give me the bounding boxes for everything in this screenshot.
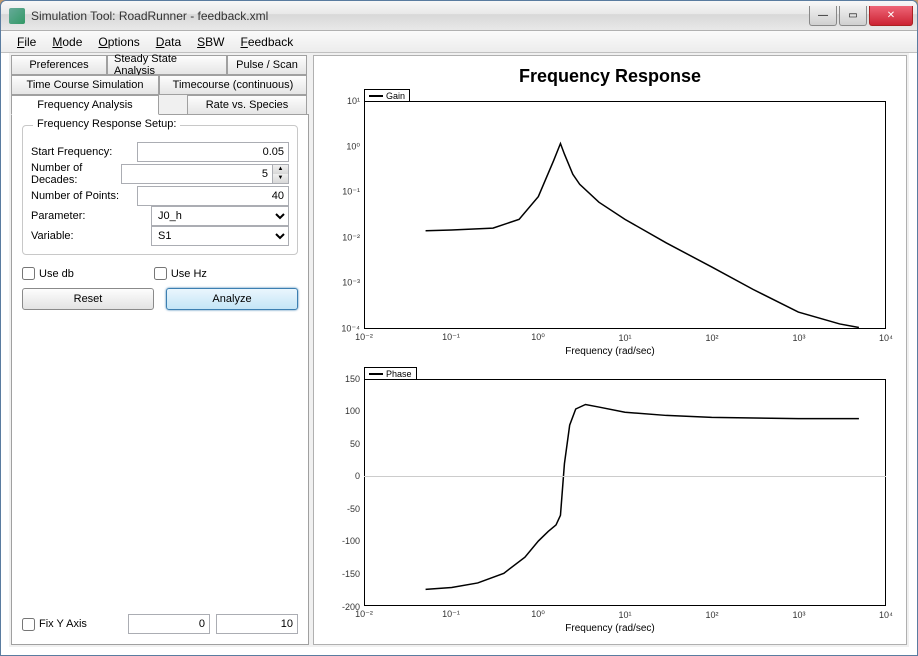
maximize-button[interactable]: ▭ [839, 6, 867, 26]
x-tick: 10² [705, 610, 718, 620]
fix-y-max-input[interactable] [216, 614, 298, 634]
use-hz-checkbox[interactable]: Use Hz [154, 267, 207, 280]
fix-y-checkbox[interactable]: Fix Y Axis [22, 618, 87, 631]
y-tick: 150 [324, 374, 360, 384]
start-freq-input[interactable] [137, 142, 289, 162]
y-tick: -200 [324, 602, 360, 612]
tab-frequency-analysis[interactable]: Frequency Analysis [11, 95, 159, 115]
app-window: Simulation Tool: RoadRunner - feedback.x… [0, 0, 918, 656]
variable-label: Variable: [31, 230, 151, 242]
gain-xlabel: Frequency (rad/sec) [565, 346, 654, 357]
chart-title: Frequency Response [324, 66, 896, 87]
num-decades-input[interactable] [121, 164, 273, 184]
x-tick: 10⁴ [879, 610, 893, 620]
y-tick: 10⁻¹ [324, 187, 360, 198]
minimize-button[interactable]: — [809, 6, 837, 26]
y-tick: 10⁰ [324, 141, 360, 152]
window-title: Simulation Tool: RoadRunner - feedback.x… [31, 9, 807, 23]
x-tick: 10¹ [618, 333, 631, 343]
y-tick: -50 [324, 504, 360, 514]
gain-chart: Gain Frequency (rad/sec) 10⁻²10⁻¹10⁰10¹1… [324, 91, 896, 357]
tab-body: Frequency Response Setup: Start Frequenc… [11, 114, 309, 645]
menu-file[interactable]: File [9, 33, 44, 51]
y-tick: 100 [324, 406, 360, 416]
fix-y-min-input[interactable] [128, 614, 210, 634]
analyze-button[interactable]: Analyze [166, 288, 298, 310]
tab-time-course[interactable]: Time Course Simulation [11, 75, 159, 95]
menu-sbw[interactable]: SBW [189, 33, 232, 51]
y-tick: 10⁻² [324, 232, 360, 243]
x-tick: 10⁴ [879, 333, 893, 343]
x-tick: 10³ [792, 333, 805, 343]
y-tick: -100 [324, 536, 360, 546]
x-tick: 10¹ [618, 610, 631, 620]
x-tick: 10⁻¹ [442, 609, 460, 620]
client-area: Preferences Steady State Analysis Pulse … [9, 53, 909, 647]
titlebar[interactable]: Simulation Tool: RoadRunner - feedback.x… [1, 1, 917, 31]
group-title: Frequency Response Setup: [33, 118, 180, 130]
variable-select[interactable]: S1 [151, 226, 289, 246]
x-tick: 10⁰ [531, 609, 545, 620]
start-freq-label: Start Frequency: [31, 146, 137, 158]
num-points-label: Number of Points: [31, 190, 137, 202]
y-tick: 10¹ [324, 96, 360, 106]
y-tick: 10⁻³ [324, 278, 360, 289]
menu-mode[interactable]: Mode [44, 33, 90, 51]
num-decades-spinner[interactable]: ▲▼ [273, 164, 289, 184]
reset-button[interactable]: Reset [22, 288, 154, 310]
menu-options[interactable]: Options [90, 33, 147, 51]
freq-response-group: Frequency Response Setup: Start Frequenc… [22, 125, 298, 255]
parameter-label: Parameter: [31, 210, 151, 222]
app-icon [9, 8, 25, 24]
chart-panel: Frequency Response Gain Frequency (rad/s… [313, 55, 907, 645]
y-tick: -150 [324, 569, 360, 579]
menu-feedback[interactable]: Feedback [232, 33, 301, 51]
tab-preferences[interactable]: Preferences [11, 55, 107, 75]
x-tick: 10⁻¹ [442, 332, 460, 343]
tab-timecourse-cont[interactable]: Timecourse (continuous) [159, 75, 307, 95]
use-db-checkbox[interactable]: Use db [22, 267, 74, 280]
x-tick: 10⁰ [531, 332, 545, 343]
menu-data[interactable]: Data [148, 33, 189, 51]
menubar: File Mode Options Data SBW Feedback [1, 31, 917, 53]
tab-pulse-scan[interactable]: Pulse / Scan [227, 55, 307, 75]
tab-steady-state[interactable]: Steady State Analysis [107, 55, 227, 75]
y-tick: 10⁻⁴ [324, 324, 360, 335]
num-decades-label: Number of Decades: [31, 162, 121, 186]
phase-chart: Phase Frequency (rad/sec) 10⁻²10⁻¹10⁰10¹… [324, 369, 896, 635]
x-tick: 10³ [792, 610, 805, 620]
parameter-select[interactable]: J0_h [151, 206, 289, 226]
close-button[interactable]: ✕ [869, 6, 913, 26]
y-tick: 50 [324, 439, 360, 449]
num-points-input[interactable] [137, 186, 289, 206]
x-tick: 10² [705, 333, 718, 343]
y-tick: 0 [324, 471, 360, 481]
phase-xlabel: Frequency (rad/sec) [565, 623, 654, 634]
tab-rate-vs-species[interactable]: Rate vs. Species [187, 95, 307, 115]
left-panel: Preferences Steady State Analysis Pulse … [9, 53, 311, 647]
